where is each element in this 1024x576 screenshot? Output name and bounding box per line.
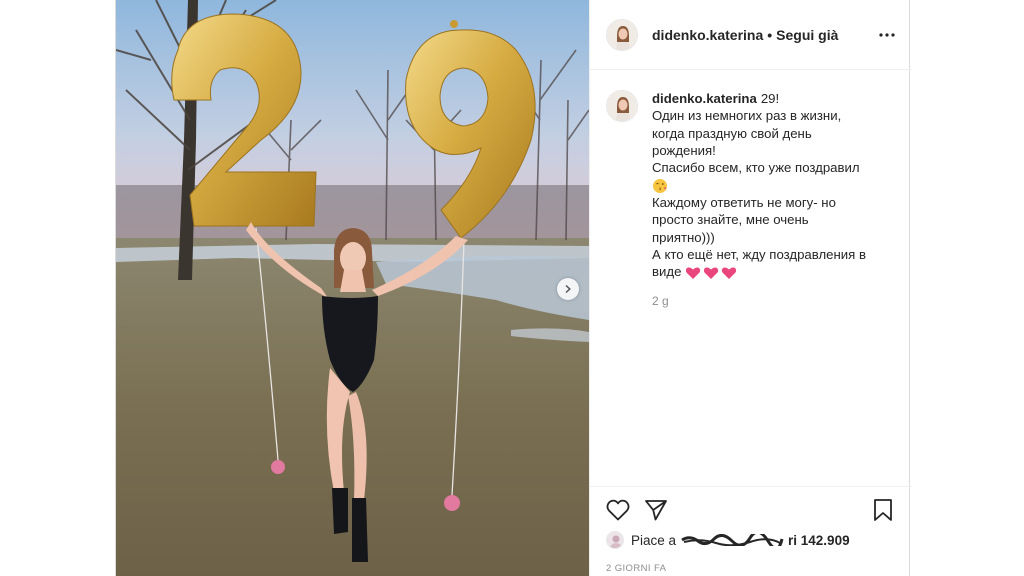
likes-prefix: Piace a (631, 532, 677, 548)
next-photo-button[interactable] (557, 278, 579, 300)
caption-line-10: виде (652, 263, 902, 280)
caption-line-9: А кто ещё нет, жду поздравления в (652, 246, 866, 262)
caption-line-6: Каждому ответить не могу- но (652, 195, 836, 210)
post-photo[interactable] (116, 0, 589, 576)
username-link[interactable]: didenko.katerina (652, 27, 763, 43)
like-button[interactable] (606, 499, 630, 521)
more-options-icon (879, 33, 895, 37)
save-button[interactable] (873, 498, 893, 522)
caption-text: 29! (760, 91, 780, 106)
caption-line-5: Спасибо всем, кто уже поздравил (652, 160, 860, 176)
share-button[interactable] (644, 499, 668, 521)
caption-line-8: приятно))) (652, 229, 715, 245)
post-header: didenko.katerina • Segui già (590, 0, 912, 70)
liker-avatar[interactable] (606, 531, 624, 549)
heart-outline-icon (606, 499, 630, 521)
avatar[interactable] (606, 18, 638, 51)
post-side-panel: didenko.katerina • Segui già didenko.kat… (589, 0, 912, 576)
caption-line-7: просто знайте, мне очень (652, 212, 809, 228)
likes-summary[interactable]: Piace a ri 142.909 (606, 530, 850, 550)
caption-line-4: рождения! (652, 142, 716, 158)
hearts-emoji-icon (685, 267, 737, 279)
caption-line-emoji (652, 176, 902, 194)
likes-count: ri 142.909 (788, 532, 850, 548)
redacted-username (680, 530, 785, 550)
follow-status-button[interactable]: Segui già (776, 27, 838, 43)
kissing-face-emoji-icon (653, 179, 667, 193)
separator-dot: • (767, 26, 773, 43)
post-caption: didenko.katerina 29! Один из немногих раз… (606, 90, 906, 311)
caption-text-last: виде (652, 264, 682, 280)
bookmark-outline-icon (874, 499, 892, 521)
caption-body: didenko.katerina 29! Один из немногих раз… (652, 90, 902, 311)
chevron-right-icon (565, 284, 571, 294)
caption-line-2: Один из немногих раз в жизни, (652, 108, 842, 124)
caption-avatar[interactable] (606, 90, 638, 122)
photo-scene (116, 0, 589, 576)
post-actions: Piace a ri 142.909 2 GIORNI FA (590, 486, 912, 576)
more-options-button[interactable] (878, 26, 896, 44)
instagram-post: didenko.katerina • Segui già didenko.kat… (115, 0, 912, 576)
paper-plane-icon (645, 500, 667, 521)
caption-username[interactable]: didenko.katerina (652, 91, 757, 106)
caption-line-3: когда праздную свой день (652, 125, 812, 141)
header-text: didenko.katerina • Segui già (652, 27, 838, 43)
post-time-ago: 2 GIORNI FA (606, 563, 667, 574)
caption-line-1: didenko.katerina 29! (652, 90, 902, 107)
caption-timestamp: 2 g (652, 294, 669, 309)
